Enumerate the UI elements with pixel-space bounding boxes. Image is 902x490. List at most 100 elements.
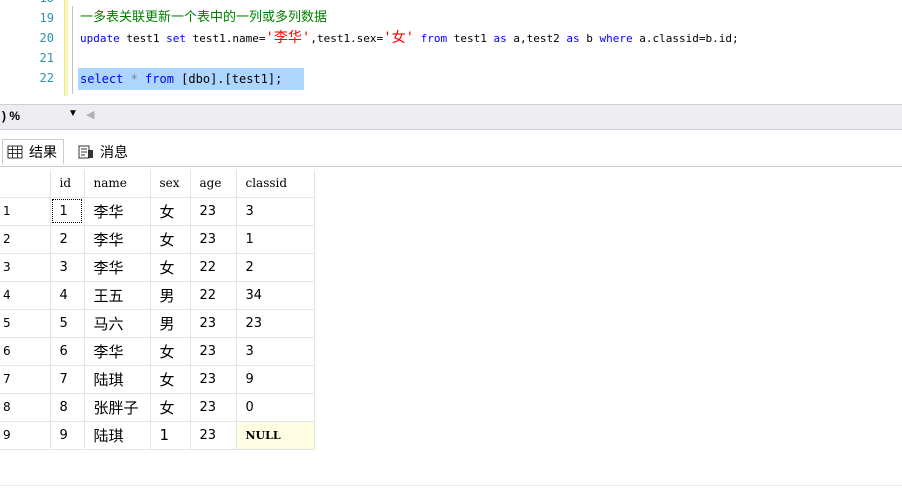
- keyword-from: from: [145, 72, 174, 86]
- editor-line-19[interactable]: 19 一多表关联更新一个表中的一列或多列数据: [0, 8, 902, 28]
- table-row[interactable]: 8 8 张胖子女 23 0: [0, 393, 315, 422]
- keyword-update: update: [80, 32, 120, 45]
- keyword-as: as: [493, 32, 507, 45]
- row-number-cell[interactable]: 6: [0, 337, 51, 366]
- row-number-cell[interactable]: 5: [0, 309, 51, 338]
- cell-classid[interactable]: 9: [236, 365, 315, 394]
- cell-name[interactable]: 王五: [84, 281, 151, 310]
- cell-name[interactable]: 李华: [84, 197, 151, 226]
- column-header-id[interactable]: id: [50, 170, 85, 198]
- row-number-cell[interactable]: 7: [0, 365, 51, 394]
- cell-id[interactable]: 5: [50, 309, 85, 338]
- cell-classid[interactable]: 3: [236, 197, 315, 226]
- cell-classid[interactable]: NULL: [236, 421, 315, 450]
- cell-age[interactable]: 23: [190, 309, 237, 338]
- cell-name[interactable]: 李华: [84, 337, 151, 366]
- table-row[interactable]: 2 2 李华女 23 1: [0, 225, 315, 254]
- cell-id[interactable]: 9: [50, 421, 85, 450]
- cell-age[interactable]: 23: [190, 225, 237, 254]
- cell-age[interactable]: 22: [190, 281, 237, 310]
- line-number: 21: [39, 51, 54, 65]
- row-number-cell[interactable]: 3: [0, 253, 51, 282]
- results-grid[interactable]: id name sex age classid 1 1 李华女 23 3 2 2 李华女 23 1…: [0, 170, 315, 450]
- cell-sex[interactable]: 女: [150, 225, 191, 254]
- cell-name[interactable]: 陆琪: [84, 365, 151, 394]
- cell-name[interactable]: 李华: [84, 253, 151, 282]
- cell-classid[interactable]: 3: [236, 337, 315, 366]
- keyword-set: set: [166, 32, 186, 45]
- cell-age[interactable]: 23: [190, 197, 237, 226]
- cell-name[interactable]: 陆琪: [84, 421, 151, 450]
- row-number-cell[interactable]: 1: [0, 197, 51, 226]
- editor-line-20[interactable]: 20 update test1 set test1.name='李华',test…: [0, 28, 902, 48]
- cell-sex[interactable]: 女: [150, 337, 191, 366]
- column-header-age[interactable]: age: [190, 170, 237, 198]
- table-row[interactable]: 9 9 陆琪 1 23 NULL: [0, 421, 315, 450]
- cell-sex[interactable]: 1: [150, 421, 191, 450]
- cell-classid[interactable]: 1: [236, 225, 315, 254]
- cell-age[interactable]: 23: [190, 337, 237, 366]
- cell-classid[interactable]: 34: [236, 281, 315, 310]
- string-literal: '女': [383, 30, 415, 46]
- table-row[interactable]: 1 1 李华女 23 3: [0, 197, 315, 226]
- grid-corner-cell[interactable]: [0, 170, 51, 198]
- cell-classid[interactable]: 0: [236, 393, 315, 422]
- cell-id[interactable]: 4: [50, 281, 85, 310]
- editor-line-22[interactable]: 22 select * from [dbo].[test1];: [0, 68, 902, 90]
- cell-age[interactable]: 23: [190, 421, 237, 450]
- zoom-level[interactable]: ) %: [2, 109, 20, 123]
- code-token-star: *: [123, 72, 146, 86]
- column-header-classid[interactable]: classid: [236, 170, 315, 198]
- cell-age[interactable]: 22: [190, 253, 237, 282]
- tab-results-label: 结果: [29, 145, 57, 161]
- keyword-where: where: [599, 32, 633, 45]
- cell-classid[interactable]: 2: [236, 253, 315, 282]
- cell-id[interactable]: 7: [50, 365, 85, 394]
- cell-id[interactable]: 3: [50, 253, 85, 282]
- cell-age[interactable]: 23: [190, 365, 237, 394]
- editor-line-21[interactable]: 21: [0, 48, 902, 68]
- row-number-cell[interactable]: 2: [0, 225, 51, 254]
- messages-icon: [78, 144, 94, 160]
- cell-sex[interactable]: 女: [150, 253, 191, 282]
- keyword-select: select: [80, 72, 124, 86]
- cell-id[interactable]: 1: [50, 197, 85, 226]
- cell-sex[interactable]: 女: [150, 365, 191, 394]
- row-number-cell[interactable]: 8: [0, 393, 51, 422]
- cell-sex[interactable]: 男: [150, 309, 191, 338]
- cell-id[interactable]: 6: [50, 337, 85, 366]
- sql-update-statement: update test1 set test1.name='李华',test1.s…: [80, 28, 739, 49]
- tab-messages[interactable]: 消息: [74, 139, 134, 165]
- table-row[interactable]: 4 4 王五男 22 34: [0, 281, 315, 310]
- sql-comment: 一多表关联更新一个表中的一列或多列数据: [80, 10, 328, 25]
- cell-name[interactable]: 李华: [84, 225, 151, 254]
- cell-sex[interactable]: 男: [150, 281, 191, 310]
- line-number: 19: [39, 11, 54, 25]
- row-number-cell[interactable]: 4: [0, 281, 51, 310]
- table-row[interactable]: 7 7 陆琪女 23 9: [0, 365, 315, 394]
- code-token: a.classid=b.id;: [632, 32, 739, 45]
- column-header-sex[interactable]: sex: [150, 170, 191, 198]
- table-row[interactable]: 6 6 李华女 23 3: [0, 337, 315, 366]
- cell-sex[interactable]: 女: [150, 393, 191, 422]
- cell-sex[interactable]: 女: [150, 197, 191, 226]
- cell-classid[interactable]: 23: [236, 309, 315, 338]
- table-row[interactable]: 3 3 李华女 22 2: [0, 253, 315, 282]
- scroll-left-arrow-icon[interactable]: ◀: [86, 108, 94, 121]
- results-tab-bar: 结果 消息: [0, 136, 902, 167]
- cell-id[interactable]: 8: [50, 393, 85, 422]
- cell-name[interactable]: 马六: [84, 309, 151, 338]
- row-number-cell[interactable]: 9: [0, 421, 51, 450]
- selected-select-statement[interactable]: select * from [dbo].[test1];: [78, 68, 305, 90]
- tab-results[interactable]: 结果: [2, 139, 64, 165]
- query-editor[interactable]: 18 19 一多表关联更新一个表中的一列或多列数据 20 update test…: [0, 0, 902, 98]
- cell-name[interactable]: 张胖子: [84, 393, 151, 422]
- tab-messages-label: 消息: [100, 145, 128, 161]
- grid-header-row: id name sex age classid: [0, 170, 315, 198]
- string-literal: '李华': [265, 30, 311, 46]
- chevron-down-icon[interactable]: ▼: [68, 108, 78, 119]
- column-header-name[interactable]: name: [84, 170, 151, 198]
- cell-age[interactable]: 23: [190, 393, 237, 422]
- table-row[interactable]: 5 5 马六男 23 23: [0, 309, 315, 338]
- cell-id[interactable]: 2: [50, 225, 85, 254]
